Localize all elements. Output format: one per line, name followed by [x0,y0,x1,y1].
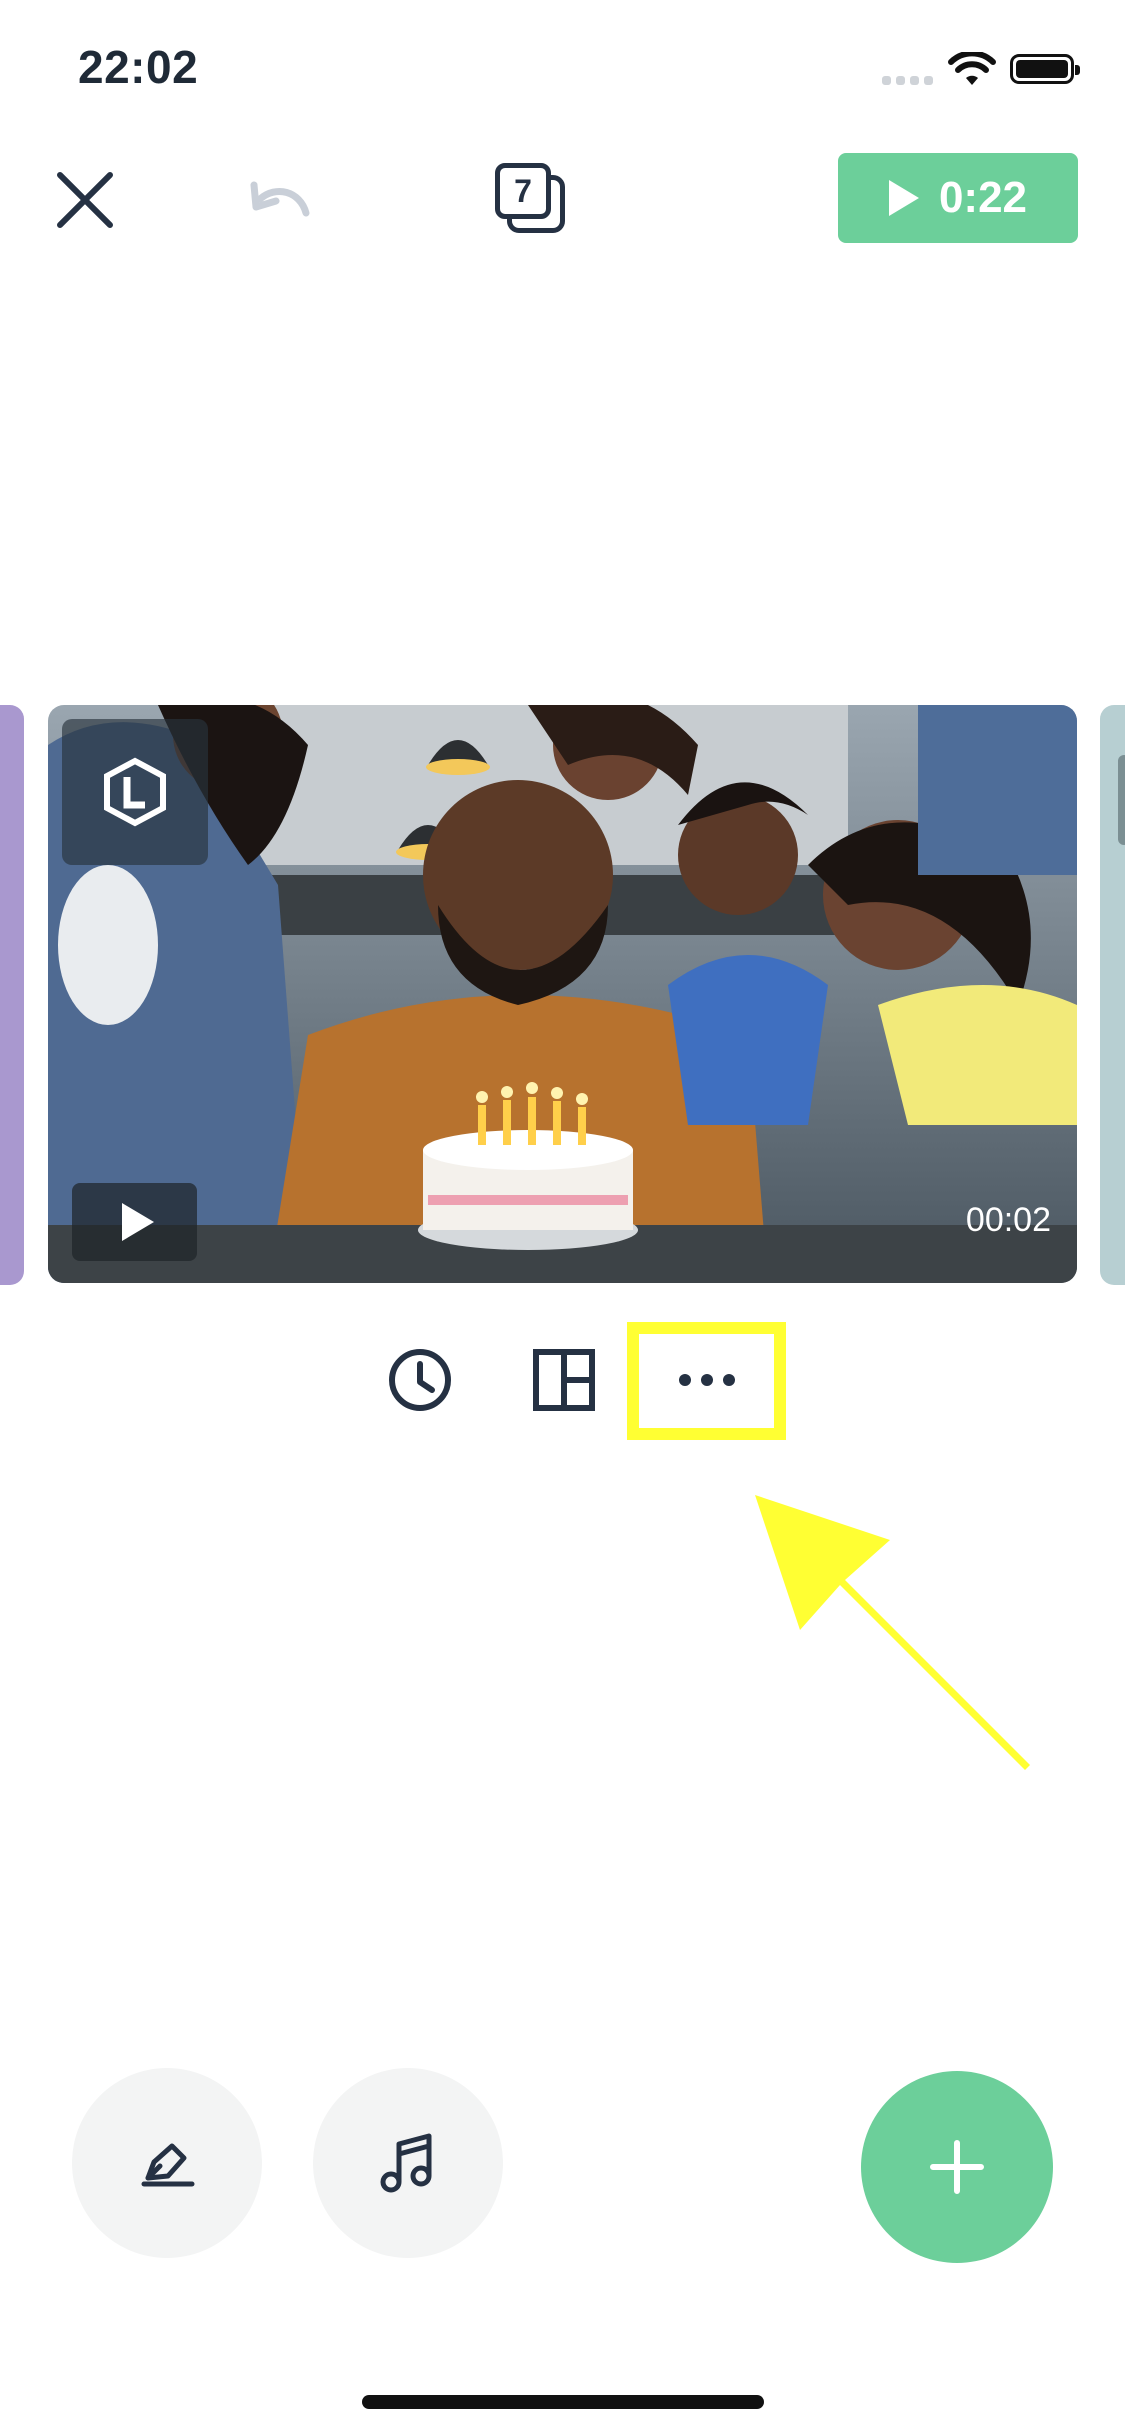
clips-count-button[interactable]: 7 [492,160,572,240]
cellular-signal-icon [882,76,934,86]
brand-logo-badge [62,719,208,865]
clip-count-badge: 7 [495,163,551,219]
undo-button[interactable] [240,165,320,235]
close-button[interactable] [50,165,120,235]
clock-icon [389,1349,451,1411]
music-button[interactable] [313,2068,503,2258]
pointer-arrow-icon [755,1495,1030,1770]
plus-icon [930,2140,984,2194]
play-icon [888,180,919,216]
layout-button[interactable] [524,1340,604,1420]
layout-icon [533,1349,595,1411]
undo-icon [250,181,310,217]
text-draw-button[interactable] [72,2068,262,2258]
home-indicator[interactable] [362,2395,764,2409]
duration-button[interactable] [380,1340,460,1420]
video-type-badge [72,1183,197,1261]
close-icon [57,172,113,228]
play-duration: 0:22 [938,173,1028,222]
play-preview-button[interactable]: 0:22 [838,153,1078,243]
pen-icon [141,2143,195,2187]
next-clip-card[interactable] [1100,705,1125,1285]
highlight-box [627,1322,786,1440]
battery-icon [1010,54,1080,84]
add-clip-button[interactable] [861,2071,1053,2263]
music-note-icon [380,2133,432,2193]
previous-clip-card[interactable] [0,705,24,1285]
clip-preview-card[interactable]: 00:02 [48,705,1077,1283]
status-time: 22:02 [78,41,199,93]
brand-logo-icon [104,757,166,827]
clip-duration: 00:02 [965,1201,1051,1239]
play-icon [121,1203,154,1241]
wifi-icon [948,52,996,85]
